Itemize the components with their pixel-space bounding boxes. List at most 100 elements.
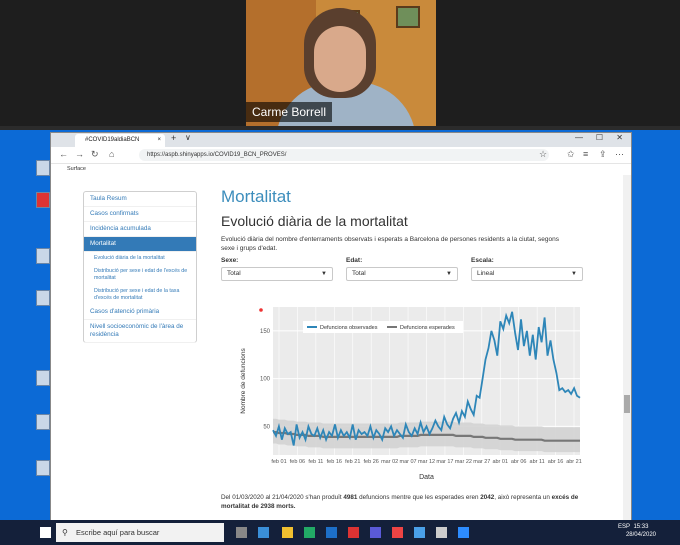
x-tick-label: abr 06: [511, 459, 527, 465]
desktop-icon[interactable]: [36, 160, 50, 176]
summary-expected: 2042: [480, 494, 495, 501]
desktop-icon[interactable]: [36, 192, 50, 208]
mortality-chart: 50 100 150 feb 01 feb 06 feb 11 feb 16 feb 21 fe…: [221, 299, 586, 485]
filter-label-sexe: Sexe:: [221, 257, 239, 264]
mortality-chart-svg: 50 100 150 feb 01 feb 06 feb 11 feb 16 feb 21 fe…: [240, 307, 582, 481]
x-tick-label: mar 27: [473, 459, 490, 465]
tab-menu-icon[interactable]: ∨: [185, 133, 191, 142]
x-tick-label: feb 11: [308, 459, 323, 465]
close-tab-icon[interactable]: ×: [157, 134, 161, 147]
desktop-icon[interactable]: [36, 248, 50, 264]
summary-observed: 4981: [343, 494, 358, 501]
file-explorer-icon[interactable]: [282, 527, 293, 538]
page-scrollbar[interactable]: [623, 175, 631, 521]
address-row: ← → ↻ ⌂ https://aspb.shinyapps.io/COVID1…: [51, 147, 631, 164]
x-tick-label: mar 17: [436, 459, 453, 465]
sidebar-subitem-taxa-exces[interactable]: Distribució per sexe i edat de la taxa d…: [84, 285, 196, 305]
maximize-button[interactable]: ☐: [596, 133, 603, 142]
summary-text: Del 01/03/2020 al 21/04/2020 s'han produ…: [221, 493, 581, 511]
x-axis-label: Data: [419, 474, 434, 481]
filter-select-escala[interactable]: Lineal ▼: [471, 267, 583, 281]
chevron-down-icon: ▼: [571, 271, 577, 277]
tab-title: #COVID19aldiaBCN: [85, 137, 140, 143]
settings-menu-icon[interactable]: ⋯: [615, 149, 624, 160]
scrollbar-thumb[interactable]: [624, 395, 630, 413]
filter-value: Lineal: [477, 270, 495, 277]
legend-label: Defuncions esperades: [400, 325, 455, 331]
sidebar-nav: Taula Resum Casos confirmats Incidència …: [83, 191, 197, 343]
app-icon[interactable]: [348, 527, 359, 538]
home-icon[interactable]: ⌂: [109, 149, 114, 159]
participant-video: Carme Borrell: [246, 0, 436, 126]
x-tick-label: abr 16: [548, 459, 564, 465]
forward-arrow-icon[interactable]: →: [75, 149, 84, 159]
x-tick-label: feb 01: [271, 459, 286, 465]
sidebar-item-mortalitat[interactable]: Mortalitat: [84, 237, 196, 252]
favorite-star-icon[interactable]: ☆: [539, 149, 547, 160]
reading-list-icon[interactable]: ≡: [583, 149, 588, 159]
bookmark-surface[interactable]: Surface: [67, 166, 86, 172]
sidebar-item-incidencia[interactable]: Incidència acumulada: [84, 222, 196, 237]
share-icon[interactable]: ⇪: [599, 149, 607, 160]
summary-mid2: , això representa un: [494, 494, 552, 501]
page-content: Taula Resum Casos confirmats Incidència …: [51, 175, 631, 521]
browser-tab[interactable]: #COVID19aldiaBCN ×: [75, 134, 165, 147]
taskbar-clock[interactable]: 15:33 28/04/2020: [626, 523, 656, 539]
window-close-button[interactable]: ✕: [616, 133, 623, 142]
clock-date: 28/04/2020: [625, 532, 656, 538]
bookmarks-bar: Surface: [51, 164, 631, 174]
favorites-icon[interactable]: ✩: [567, 149, 575, 160]
x-tick-label: abr 21: [566, 459, 582, 465]
desktop-icon[interactable]: [36, 370, 50, 386]
y-tick-label: 50: [263, 424, 270, 430]
sidebar-subitem-evolucio[interactable]: Evolució diària de la mortalitat: [84, 252, 196, 265]
new-tab-button[interactable]: +: [171, 133, 176, 143]
participant-name-label: Carme Borrell: [246, 102, 332, 122]
red-dot-marker: [259, 308, 263, 312]
sidebar-item-nivell-socioeconomic[interactable]: Nivell socioeconòmic de l'àrea de residè…: [84, 320, 196, 343]
x-tick-label: abr 11: [530, 459, 545, 465]
url-bar[interactable]: https://aspb.shinyapps.io/COVID19_BCN_PR…: [139, 149, 549, 161]
taskbar-search[interactable]: ⚲ Escribe aquí para buscar: [56, 523, 224, 542]
browser-window: #COVID19aldiaBCN × + ∨ — ☐ ✕ ← → ↻ ⌂ htt…: [50, 132, 632, 521]
sidebar-item-atencio-primaria[interactable]: Casos d'atenció primària: [84, 305, 196, 320]
desktop-icon[interactable]: [36, 290, 50, 306]
filter-select-sexe[interactable]: Total ▼: [221, 267, 333, 281]
sidebar-item-taula-resum[interactable]: Taula Resum: [84, 192, 196, 207]
app-icon[interactable]: [326, 527, 337, 538]
sidebar-subitem-sexe-edat-exces[interactable]: Distribució per sexe i edat de l'excés d…: [84, 265, 196, 285]
desktop-icon[interactable]: [36, 460, 50, 476]
chrome-icon[interactable]: [392, 527, 403, 538]
section-title: Evolució diària de la mortalitat: [221, 213, 408, 229]
x-tick-label: feb 16: [327, 459, 342, 465]
participant-face: [314, 26, 366, 92]
edge-icon[interactable]: [258, 527, 269, 538]
refresh-icon[interactable]: ↻: [91, 149, 99, 160]
filter-label-escala: Escala:: [471, 257, 494, 264]
back-arrow-icon[interactable]: ←: [59, 149, 68, 159]
x-tick-label: feb 26: [364, 459, 379, 465]
chevron-down-icon: ▼: [321, 271, 327, 277]
app-icon[interactable]: [414, 527, 425, 538]
filter-value: Total: [352, 270, 366, 277]
teams-icon[interactable]: [370, 527, 381, 538]
x-tick-label: feb 06: [290, 459, 305, 465]
x-tick-label: mar 07: [400, 459, 417, 465]
filter-value: Total: [227, 270, 241, 277]
sidebar-item-casos-confirmats[interactable]: Casos confirmats: [84, 207, 196, 222]
windows-start-icon[interactable]: [40, 527, 51, 538]
background-picture: [396, 6, 420, 28]
search-placeholder: Escribe aquí para buscar: [76, 528, 160, 537]
filter-select-edat[interactable]: Total ▼: [346, 267, 458, 281]
app-icon[interactable]: [436, 527, 447, 538]
x-tick-label: mar 22: [455, 459, 472, 465]
search-icon: ⚲: [62, 528, 68, 537]
app-icon[interactable]: [304, 527, 315, 538]
task-view-icon[interactable]: [236, 527, 247, 538]
tab-bar: #COVID19aldiaBCN × + ∨ — ☐ ✕: [51, 133, 631, 147]
zoom-icon[interactable]: [458, 527, 469, 538]
minimize-button[interactable]: —: [575, 133, 583, 142]
y-tick-label: 100: [260, 377, 271, 383]
desktop-icon[interactable]: [36, 414, 50, 430]
section-description: Evolució diària del nombre d'enterrament…: [221, 236, 559, 252]
